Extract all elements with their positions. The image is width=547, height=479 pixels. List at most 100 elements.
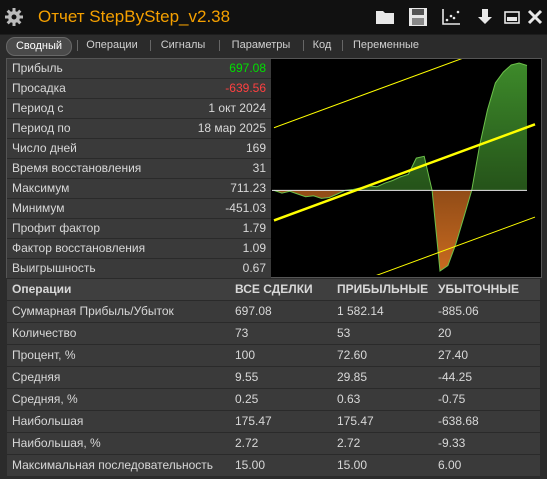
cell: 2.72	[235, 436, 259, 450]
trend-channel-lower	[376, 216, 536, 275]
stat-row: Период по 18 мар 2025	[7, 119, 271, 139]
row-label: Суммарная Прибыль/Убыток	[12, 304, 174, 318]
table-row: Наибольшая, % 2.72 2.72 -9.33	[7, 433, 540, 455]
stat-label: Число дней	[12, 141, 77, 155]
cell: 6.00	[438, 458, 462, 472]
stat-value: 169	[245, 141, 266, 155]
cell: 15.00	[337, 458, 368, 472]
stat-label: Фактор восстановления	[12, 241, 146, 255]
download-icon[interactable]	[474, 7, 496, 27]
stat-row: Фактор восстановления 1.09	[7, 239, 271, 259]
row-label: Максимальная последовательность	[12, 458, 214, 472]
table-row: Процент, % 100 72.60 27.40	[7, 345, 540, 367]
stat-label: Просадка	[12, 81, 66, 95]
stat-label: Выигрышность	[12, 261, 96, 275]
close-icon[interactable]	[525, 7, 547, 27]
table-row: Средняя, % 0.25 0.63 -0.75	[7, 389, 540, 411]
cell: 53	[337, 326, 351, 340]
cell: 2.72	[337, 436, 361, 450]
stat-value-profit: 697.08	[229, 61, 266, 75]
save-icon[interactable]	[407, 7, 429, 27]
stat-row: Выигрышность 0.67	[7, 259, 271, 279]
row-label: Средняя	[12, 370, 61, 384]
stat-row: Прибыль 697.08	[7, 59, 271, 79]
tab-separator	[219, 40, 220, 51]
table-row: Наибольшая 175.47 175.47 -638.68	[7, 411, 540, 433]
cell: 0.25	[235, 392, 259, 406]
tab-signals[interactable]: Сигналы	[154, 37, 212, 54]
cell: 27.40	[438, 348, 469, 362]
cell: 29.85	[337, 370, 368, 384]
header-losing: УБЫТОЧНЫЕ	[438, 282, 520, 296]
stat-label: Период по	[12, 121, 71, 135]
cell: -0.75	[438, 392, 466, 406]
stat-row: Минимум -451.03	[7, 199, 271, 219]
stat-row: Число дней 169	[7, 139, 271, 159]
tab-parameters[interactable]: Параметры	[223, 37, 299, 54]
stat-value: 711.23	[230, 181, 266, 195]
tab-separator	[342, 40, 343, 51]
tab-separator	[77, 40, 78, 51]
header-all-trades: ВСЕ СДЕЛКИ	[235, 282, 313, 296]
stat-value: 1.09	[242, 241, 266, 255]
header-operations: Операции	[12, 282, 72, 296]
tab-operations[interactable]: Операции	[81, 37, 143, 54]
minimize-icon[interactable]	[502, 7, 524, 27]
cell: 175.47	[235, 414, 272, 428]
profit-area	[345, 63, 527, 191]
tab-separator	[303, 40, 304, 51]
tab-bar: Сводный Операции Сигналы Параметры Код П…	[4, 36, 543, 56]
row-label: Процент, %	[12, 348, 76, 362]
table-row: Средняя 9.55 29.85 -44.25	[7, 367, 540, 389]
row-label: Наибольшая, %	[12, 436, 101, 450]
table-header: Операции ВСЕ СДЕЛКИ ПРИБЫЛЬНЫЕ УБЫТОЧНЫЕ	[7, 279, 540, 301]
stat-value: 1.79	[242, 221, 266, 235]
cell: 9.55	[235, 370, 259, 384]
stat-value: -451.03	[225, 201, 266, 215]
stat-label: Максимум	[12, 181, 70, 195]
table-row: Количество 73 53 20	[7, 323, 540, 345]
stat-row: Профит фактор 1.79	[7, 219, 271, 239]
cell: 20	[438, 326, 452, 340]
gear-icon[interactable]	[4, 7, 24, 27]
cell: 175.47	[337, 414, 374, 428]
row-label: Средняя, %	[12, 392, 78, 406]
cell: -885.06	[438, 304, 479, 318]
stat-row: Максимум 711.23	[7, 179, 271, 199]
window-title: Отчет StepByStep_v2.38	[38, 7, 231, 26]
stat-label: Минимум	[12, 201, 65, 215]
header-profitable: ПРИБЫЛЬНЫЕ	[337, 282, 429, 296]
table-row: Суммарная Прибыль/Убыток 697.08 1 582.14 -8…	[7, 301, 540, 323]
stat-label: Время восстановления	[12, 161, 142, 175]
equity-chart	[272, 59, 536, 275]
stat-row: Период с 1 окт 2024	[7, 99, 271, 119]
table-row: Максимальная последовательность 15.00 15.0…	[7, 455, 540, 477]
tab-summary[interactable]: Сводный	[6, 37, 72, 56]
title-bar: Отчет StepByStep_v2.38	[0, 0, 547, 35]
cell: 100	[235, 348, 256, 362]
row-label: Наибольшая	[12, 414, 84, 428]
cell: 697.08	[235, 304, 272, 318]
tab-separator	[150, 40, 151, 51]
stat-value: 1 окт 2024	[208, 101, 266, 115]
cell: 0.63	[337, 392, 361, 406]
tab-code[interactable]: Код	[307, 37, 337, 54]
trade-stats-table: Операции ВСЕ СДЕЛКИ ПРИБЫЛЬНЫЕ УБЫТОЧНЫЕ…	[7, 279, 540, 477]
stat-value: 0.67	[242, 261, 266, 275]
cell: 1 582.14	[337, 304, 384, 318]
cell: -9.33	[438, 436, 466, 450]
stat-value-drawdown: -639.56	[225, 81, 266, 95]
row-label: Количество	[12, 326, 77, 340]
stat-row: Просадка -639.56	[7, 79, 271, 99]
cell: -638.68	[438, 414, 479, 428]
cell: 72.60	[337, 348, 368, 362]
cell: 73	[235, 326, 249, 340]
cell: 15.00	[235, 458, 266, 472]
stat-value: 18 мар 2025	[197, 121, 266, 135]
folder-icon[interactable]	[374, 7, 396, 27]
stats-list: Прибыль 697.08 Просадка -639.56 Период с 1 …	[7, 59, 271, 279]
chart-export-icon[interactable]	[440, 7, 462, 27]
tab-variables[interactable]: Переменные	[346, 37, 426, 54]
stat-label: Прибыль	[12, 61, 63, 75]
stat-label: Профит фактор	[12, 221, 101, 235]
